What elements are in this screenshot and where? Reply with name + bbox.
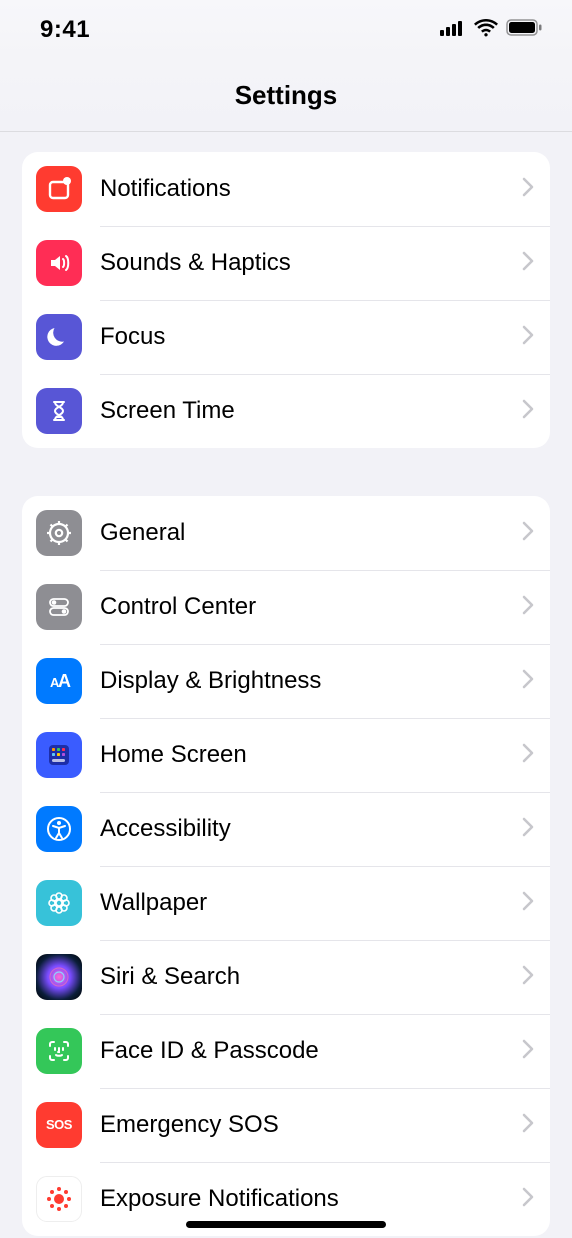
page-title: Settings (235, 80, 338, 111)
row-siri[interactable]: Siri & Search (22, 940, 550, 1014)
row-home-screen[interactable]: Home Screen (22, 718, 550, 792)
row-accessibility[interactable]: Accessibility (22, 792, 550, 866)
siri-icon (36, 954, 82, 1000)
row-control-center[interactable]: Control Center (22, 570, 550, 644)
notifications-icon (36, 166, 82, 212)
nav-bar: Settings (0, 60, 572, 132)
row-label: Exposure Notifications (100, 1185, 514, 1213)
speaker-icon (36, 240, 82, 286)
row-display[interactable]: AA Display & Brightness (22, 644, 550, 718)
settings-group-1: General Control Center AA Display & Brig… (22, 496, 550, 1236)
chevron-right-icon (522, 595, 534, 620)
chevron-right-icon (522, 669, 534, 694)
status-indicators (440, 19, 542, 42)
hourglass-icon (36, 388, 82, 434)
row-label: Control Center (100, 593, 514, 621)
toggles-icon (36, 584, 82, 630)
svg-text:A: A (58, 671, 71, 691)
chevron-right-icon (522, 177, 534, 202)
chevron-right-icon (522, 251, 534, 276)
battery-icon (506, 19, 542, 41)
chevron-right-icon (522, 399, 534, 424)
chevron-right-icon (522, 743, 534, 768)
sos-icon: SOS (36, 1102, 82, 1148)
status-bar: 9:41 (0, 0, 572, 60)
row-label: Emergency SOS (100, 1111, 514, 1139)
faceid-icon (36, 1028, 82, 1074)
status-time: 9:41 (40, 16, 90, 44)
text-size-icon: AA (36, 658, 82, 704)
row-label: Home Screen (100, 741, 514, 769)
row-notifications[interactable]: Notifications (22, 152, 550, 226)
row-wallpaper[interactable]: Wallpaper (22, 866, 550, 940)
chevron-right-icon (522, 891, 534, 916)
chevron-right-icon (522, 965, 534, 990)
row-label: Face ID & Passcode (100, 1037, 514, 1065)
accessibility-icon (36, 806, 82, 852)
row-label: General (100, 519, 514, 547)
wifi-icon (474, 19, 498, 42)
home-indicator[interactable] (186, 1221, 386, 1228)
row-general[interactable]: General (22, 496, 550, 570)
settings-scroll[interactable]: Notifications Sounds & Haptics Focus Scr… (0, 132, 572, 1238)
gear-icon (36, 510, 82, 556)
row-label: Wallpaper (100, 889, 514, 917)
chevron-right-icon (522, 1187, 534, 1212)
exposure-icon (36, 1176, 82, 1222)
flower-icon (36, 880, 82, 926)
row-label: Screen Time (100, 397, 514, 425)
chevron-right-icon (522, 1113, 534, 1138)
row-label: Sounds & Haptics (100, 249, 514, 277)
home-grid-icon (36, 732, 82, 778)
svg-text:SOS: SOS (46, 1117, 73, 1132)
row-label: Siri & Search (100, 963, 514, 991)
row-faceid[interactable]: Face ID & Passcode (22, 1014, 550, 1088)
row-emergency[interactable]: SOS Emergency SOS (22, 1088, 550, 1162)
chevron-right-icon (522, 325, 534, 350)
row-label: Notifications (100, 175, 514, 203)
chevron-right-icon (522, 1039, 534, 1064)
moon-icon (36, 314, 82, 360)
row-label: Accessibility (100, 815, 514, 843)
chevron-right-icon (522, 521, 534, 546)
row-label: Focus (100, 323, 514, 351)
chevron-right-icon (522, 817, 534, 842)
row-screen-time[interactable]: Screen Time (22, 374, 550, 448)
row-focus[interactable]: Focus (22, 300, 550, 374)
cellular-icon (440, 20, 466, 41)
row-sounds[interactable]: Sounds & Haptics (22, 226, 550, 300)
settings-group-0: Notifications Sounds & Haptics Focus Scr… (22, 152, 550, 448)
row-label: Display & Brightness (100, 667, 514, 695)
